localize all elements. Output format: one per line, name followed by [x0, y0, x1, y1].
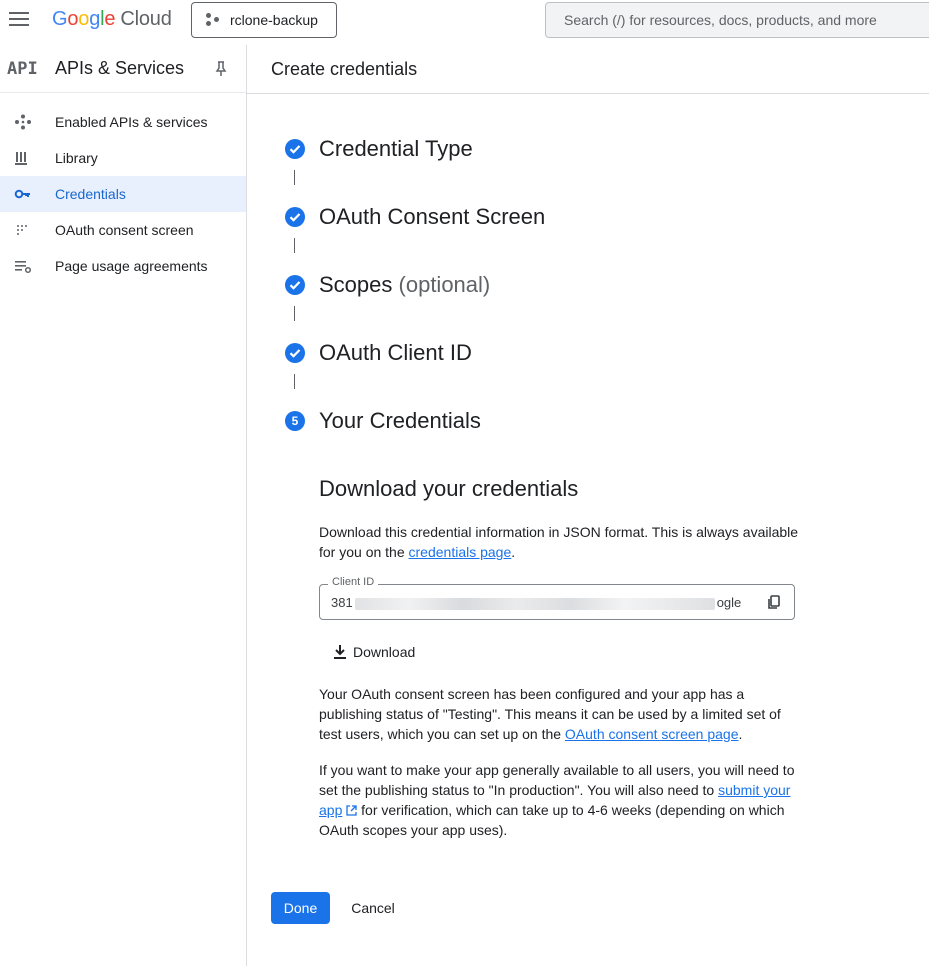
sidebar-item-page-usage[interactable]: Page usage agreements: [0, 248, 246, 284]
step-label: OAuth Client ID: [319, 340, 472, 365]
client-id-prefix: 381: [331, 595, 353, 610]
sidebar-item-enabled-apis[interactable]: Enabled APIs & services: [0, 104, 246, 140]
sidebar-item-label: OAuth consent screen: [55, 222, 194, 238]
step-label: Your Credentials: [319, 408, 481, 433]
check-icon: [285, 275, 305, 295]
download-icon: [334, 645, 346, 659]
step-scopes: Scopes (optional): [285, 272, 885, 300]
step-credential-type: Credential Type: [285, 136, 885, 164]
production-end: for verification, which can take up to 4…: [319, 802, 785, 838]
grid-diamond-icon: [15, 114, 31, 130]
step-optional-text: (optional): [398, 272, 491, 297]
logo-letter: e: [104, 8, 116, 30]
sidebar-item-label: Library: [55, 150, 98, 166]
step-number: 5: [285, 411, 305, 431]
search-placeholder: Search (/) for resources, docs, products…: [564, 12, 877, 28]
check-icon: [285, 139, 305, 159]
external-link-icon: [346, 805, 357, 816]
step-connector: [294, 170, 295, 185]
step-connector: [294, 238, 295, 253]
redacted-text: [354, 597, 715, 610]
step-oauth-consent: OAuth Consent Screen: [285, 204, 885, 232]
sidebar-item-label: Page usage agreements: [55, 258, 208, 274]
production-paragraph: If you want to make your app generally a…: [319, 760, 799, 840]
list-settings-icon: [15, 261, 32, 274]
client-id-value: 381 ogle: [331, 595, 751, 610]
credentials-page-link[interactable]: credentials page: [409, 544, 512, 560]
project-icon: [206, 13, 220, 27]
step-connector: [294, 306, 295, 321]
copy-icon[interactable]: [766, 594, 782, 610]
sidebar-item-label: Credentials: [55, 186, 126, 202]
oauth-consent-page-link[interactable]: OAuth consent screen page: [565, 726, 739, 742]
api-icon: API: [7, 59, 38, 79]
library-icon: [15, 152, 27, 165]
sidebar-item-library[interactable]: Library: [0, 140, 246, 176]
intro-text: Download this credential information in …: [319, 524, 799, 560]
pin-icon[interactable]: [214, 61, 228, 77]
check-icon: [285, 207, 305, 227]
step-label: OAuth Consent Screen: [319, 204, 546, 229]
menu-icon[interactable]: [9, 12, 29, 28]
step-label-text: Scopes: [319, 272, 393, 297]
main-header: Create credentials: [247, 45, 929, 94]
step-label: Credential Type: [319, 136, 473, 161]
step-oauth-client-id: OAuth Client ID: [285, 340, 885, 368]
cancel-button[interactable]: Cancel: [341, 892, 405, 924]
done-button[interactable]: Done: [271, 892, 330, 924]
google-cloud-logo[interactable]: Google Cloud: [52, 8, 172, 31]
dotted-grid-icon: [17, 225, 27, 235]
sidebar-item-oauth-consent[interactable]: OAuth consent screen: [0, 212, 246, 248]
step-connector: [294, 374, 295, 389]
consent-paragraph: Your OAuth consent screen has been confi…: [319, 684, 799, 744]
sidebar-header: API APIs & Services: [0, 45, 246, 93]
logo-suffix: Cloud: [120, 8, 172, 30]
download-button[interactable]: Download: [322, 636, 432, 668]
intro-paragraph: Download this credential information in …: [319, 522, 799, 562]
top-bar: Google Cloud rclone-backup Search (/) for…: [0, 0, 929, 41]
project-name: rclone-backup: [230, 12, 318, 28]
step-label: Scopes (optional): [319, 272, 490, 298]
logo-letter: G: [52, 8, 68, 30]
step-your-credentials: 5 Your Credentials: [285, 408, 885, 436]
download-label: Download: [353, 644, 416, 660]
client-id-field[interactable]: Client ID 381 ogle: [319, 576, 795, 620]
consent-end: .: [738, 726, 743, 742]
sidebar-item-credentials[interactable]: Credentials: [0, 176, 246, 212]
key-icon: [14, 189, 30, 199]
sidebar-item-label: Enabled APIs & services: [55, 114, 208, 130]
check-icon: [285, 343, 305, 363]
section-title: Download your credentials: [319, 476, 579, 501]
search-input[interactable]: Search (/) for resources, docs, products…: [545, 2, 929, 38]
project-picker-button[interactable]: rclone-backup: [191, 2, 337, 38]
page-title: Create credentials: [271, 59, 418, 79]
logo-letter: g: [89, 8, 101, 30]
logo-letter: o: [78, 8, 90, 30]
sidebar: API APIs & Services Enabled APIs & servi…: [0, 45, 247, 966]
sidebar-nav: Enabled APIs & services Library Credenti…: [0, 93, 246, 284]
client-id-suffix: ogle: [716, 595, 742, 610]
logo-letter: o: [67, 8, 79, 30]
intro-end: .: [511, 544, 516, 560]
sidebar-title: APIs & Services: [55, 58, 185, 78]
client-id-label: Client ID: [328, 576, 379, 588]
